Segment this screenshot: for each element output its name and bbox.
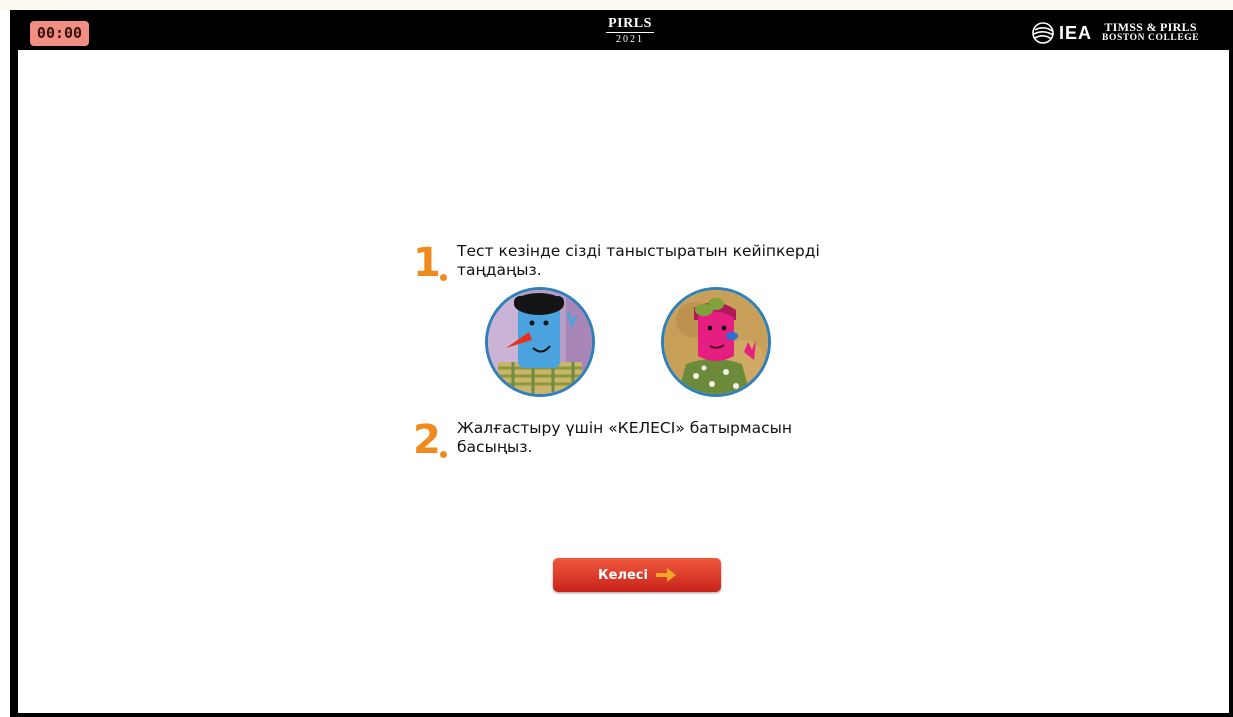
pirls-logo-name: PIRLS xyxy=(608,16,652,31)
step-2: 2 Жалғастыру үшін «КЕЛЕСІ» батырмасын ба… xyxy=(413,419,837,460)
pirls-logo-year: 2021 xyxy=(616,34,644,45)
iea-logo-text: IEA xyxy=(1059,22,1093,43)
next-button[interactable]: Келесі xyxy=(553,558,721,592)
boy-character-button[interactable] xyxy=(485,287,595,397)
step-2-number-text: 2 xyxy=(413,417,441,463)
header-bar: 00:00 PIRLS 2021 IEA TIMSS & PIRLS BOSTO… xyxy=(10,10,1233,50)
girl-avatar-icon xyxy=(664,290,768,394)
timss-pirls-logo: TIMSS & PIRLS BOSTON COLLEGE xyxy=(1102,20,1200,44)
step-1-number: 1 xyxy=(413,243,451,283)
step-2-number: 2 xyxy=(413,420,451,460)
step-1-number-text: 1 xyxy=(413,240,441,286)
cropped-document-strip xyxy=(0,0,1233,10)
next-button-label: Келесі xyxy=(598,567,648,583)
arrow-right-icon xyxy=(655,568,676,582)
globe-icon xyxy=(1032,22,1054,44)
girl-character-button[interactable] xyxy=(661,287,771,397)
step-2-number-dot xyxy=(440,451,447,458)
pirls-logo: PIRLS 2021 xyxy=(602,16,658,46)
screen: 00:00 PIRLS 2021 IEA TIMSS & PIRLS BOSTO… xyxy=(0,0,1233,717)
content-area: 1 Тест кезінде сізді таныстыратын кейіпк… xyxy=(18,50,1229,713)
pirls-logo-rule xyxy=(606,32,654,33)
step-1-number-dot xyxy=(440,274,447,281)
step-2-text: Жалғастыру үшін «КЕЛЕСІ» батырмасын басы… xyxy=(457,419,792,456)
boy-avatar-icon xyxy=(488,290,592,394)
iea-logo: IEA TIMSS & PIRLS BOSTON COLLEGE xyxy=(1032,21,1199,45)
org-line-2: BOSTON COLLEGE xyxy=(1102,33,1200,43)
step-1: 1 Тест кезінде сізді таныстыратын кейіпк… xyxy=(413,242,837,283)
test-window: 00:00 PIRLS 2021 IEA TIMSS & PIRLS BOSTO… xyxy=(10,10,1233,717)
step-1-text: Тест кезінде сізді таныстыратын кейіпкер… xyxy=(457,242,820,279)
timer: 00:00 xyxy=(30,21,89,46)
org-line-1: TIMSS & PIRLS xyxy=(1104,20,1197,34)
